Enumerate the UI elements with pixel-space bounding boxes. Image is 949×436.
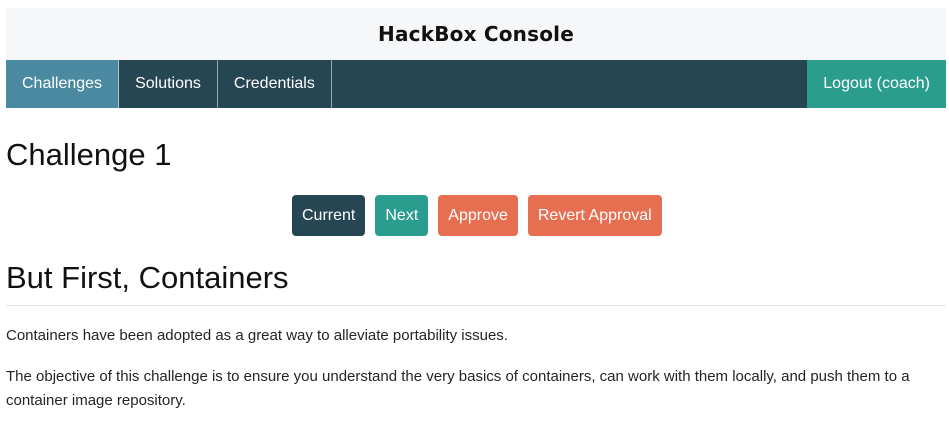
app-title: HackBox Console [378,22,574,46]
nav-item-challenges[interactable]: Challenges [6,60,120,108]
next-button[interactable]: Next [375,195,429,236]
main-navbar: Challenges Solutions Credentials Logout … [6,60,946,108]
objective-paragraph: The objective of this challenge is to en… [6,368,910,409]
nav-item-credentials[interactable]: Credentials [218,60,332,108]
app-header: HackBox Console [6,8,946,60]
challenge-title: Challenge 1 [6,137,172,172]
page: HackBox Console Challenges Solutions Cre… [6,8,946,409]
approve-button[interactable]: Approve [438,195,518,236]
section-heading: But First, Containers [6,259,946,306]
logout-button[interactable]: Logout (coach) [807,60,946,108]
revert-approval-button[interactable]: Revert Approval [527,195,662,236]
nav-item-solutions[interactable]: Solutions [119,60,218,108]
challenge-actions: Current Next Approve Revert Approval [292,195,662,236]
intro-paragraph: Containers have been adopted as a great … [6,327,508,344]
current-button[interactable]: Current [292,195,366,236]
